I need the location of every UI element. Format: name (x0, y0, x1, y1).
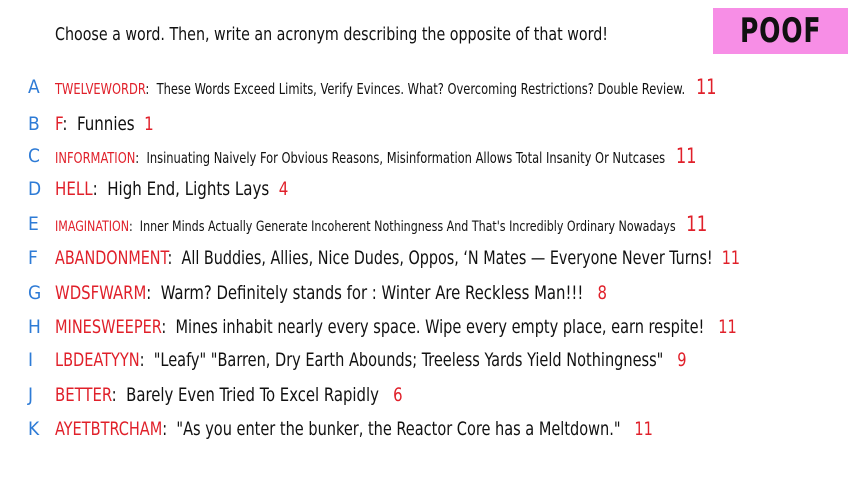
poof-badge: POOF (713, 8, 848, 54)
entry-letter: H (28, 316, 41, 338)
entry-content: HELL: High End, Lights Lays 4 (55, 178, 289, 200)
entry-acronym: Warm? Definitely stands for : Winter Are… (160, 282, 584, 304)
entry-word: BETTER (55, 384, 112, 406)
entry-acronym: All Buddies, Allies, Nice Dudes, Oppos, … (181, 247, 713, 269)
entry-acronym: These Words Exceed Limits, Verify Evince… (156, 80, 686, 98)
entry-content: AYETBTRCHAM: "As you enter the bunker, t… (55, 418, 653, 440)
entry-letter: A (28, 76, 40, 98)
entry-letter: B (28, 113, 40, 135)
entry-content: WDSFWARM: Warm? Definitely stands for : … (55, 282, 607, 304)
entry-score: 11 (676, 144, 697, 168)
entry-acronym: Inner Minds Actually Generate Incoherent… (139, 219, 676, 235)
entry-score: 4 (278, 178, 289, 200)
entry-letter: I (28, 349, 34, 371)
entry-score: 11 (686, 212, 708, 236)
entry-word: ABANDONMENT (55, 247, 168, 269)
entry-letter: G (28, 282, 42, 304)
entry-content: ABANDONMENT: All Buddies, Allies, Nice D… (55, 247, 741, 269)
poof-label: POOF (739, 11, 822, 51)
entry-score: 6 (393, 384, 403, 406)
entry-letter: E (28, 213, 39, 235)
entry-letter: F (28, 247, 38, 269)
entry-acronym: Barely Even Tried To Excel Rapidly (126, 384, 379, 406)
entry-score: 11 (721, 247, 741, 269)
entry-word: INFORMATION (55, 149, 136, 167)
entry-content: BETTER: Barely Even Tried To Excel Rapid… (55, 384, 403, 406)
entry-score: 11 (696, 75, 717, 99)
entry-acronym: Funnies (76, 113, 135, 135)
entry-content: F: Funnies 1 (55, 113, 154, 135)
entry-content: MINESWEEPER: Mines inhabit nearly every … (55, 316, 737, 338)
entry-acronym: Insinuating Naively For Obvious Reasons,… (146, 149, 666, 167)
entry-content: INFORMATION: Insinuating Naively For Obv… (55, 144, 697, 168)
entry-letter: J (28, 384, 34, 406)
entry-score: 11 (634, 418, 653, 440)
instruction-text: Choose a word. Then, write an acronym de… (55, 24, 608, 45)
entry-letter: C (28, 145, 40, 167)
entry-acronym: "Leafy" "Barren, Dry Earth Abounds; Tree… (153, 349, 664, 371)
entry-content: LBDEATYYN: "Leafy" "Barren, Dry Earth Ab… (55, 349, 687, 371)
entry-score: 11 (718, 316, 737, 338)
entry-acronym: Mines inhabit nearly every space. Wipe e… (175, 316, 705, 338)
entry-letter: D (28, 178, 42, 200)
entry-word: AYETBTRCHAM (55, 418, 163, 440)
entry-acronym: High End, Lights Lays (107, 178, 270, 200)
entry-word: HELL (55, 178, 93, 200)
entry-word: LBDEATYYN (55, 349, 140, 371)
entry-letter: K (28, 418, 40, 440)
entry-content: TWELVEWORDR: These Words Exceed Limits, … (55, 75, 717, 99)
entry-word: IMAGINATION (55, 219, 130, 235)
entry-word: MINESWEEPER (55, 316, 162, 338)
entry-score: 1 (144, 113, 154, 135)
entry-score: 8 (597, 282, 607, 304)
entry-content: IMAGINATION: Inner Minds Actually Genera… (55, 212, 708, 236)
entry-word: TWELVEWORDR (55, 80, 146, 98)
entry-word: WDSFWARM (55, 282, 147, 304)
entry-acronym: "As you enter the bunker, the Reactor Co… (176, 418, 621, 440)
entry-score: 9 (677, 349, 687, 371)
